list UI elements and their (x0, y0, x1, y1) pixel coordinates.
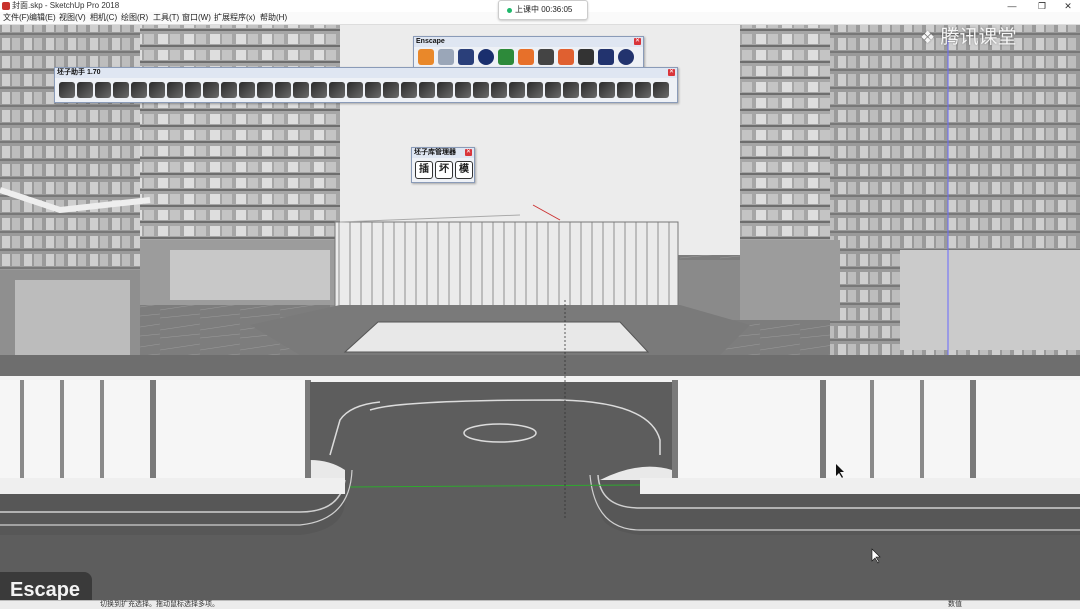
helper-tool-20-icon[interactable] (401, 82, 417, 98)
helper-tool-24-icon[interactable] (473, 82, 489, 98)
helper-tool-34-icon[interactable] (653, 82, 669, 98)
helper-tool-23-icon[interactable] (455, 82, 471, 98)
fire-icon[interactable] (518, 49, 534, 65)
minimize-icon[interactable]: — (1000, 0, 1024, 12)
helper-tool-30-icon[interactable] (581, 82, 597, 98)
cloud-upload-icon[interactable] (558, 49, 574, 65)
helper-tool-32-icon[interactable] (617, 82, 633, 98)
enscape-toolbar-panel: Enscape ✕ (413, 36, 644, 68)
close-icon[interactable]: ✕ (668, 69, 675, 76)
helper-toolbar-panel: 坯子助手 1.70 ✕ (54, 67, 678, 103)
helper-tool-2-icon[interactable] (77, 82, 93, 98)
watermark-text: 腾讯课堂 (940, 27, 1017, 48)
helper-tool-19-icon[interactable] (383, 82, 399, 98)
library-button-broken[interactable]: 坏 (435, 161, 453, 179)
helper-tool-15-icon[interactable] (311, 82, 327, 98)
helper-tool-14-icon[interactable] (293, 82, 309, 98)
helper-tool-12-icon[interactable] (257, 82, 273, 98)
menu-tools[interactable]: 工具(T) (150, 12, 182, 24)
sketchup-app-icon (2, 2, 10, 10)
helper-tool-4-icon[interactable] (113, 82, 129, 98)
helper-tool-6-icon[interactable] (149, 82, 165, 98)
helper-tool-28-icon[interactable] (545, 82, 561, 98)
recording-label: 上课中 00:36:05 (515, 5, 573, 14)
helper-tool-10-icon[interactable] (221, 82, 237, 98)
helper-tool-25-icon[interactable] (491, 82, 507, 98)
helper-tool-3-icon[interactable] (95, 82, 111, 98)
enscape-panel-title: Enscape (414, 37, 643, 47)
mail-icon[interactable] (598, 49, 614, 65)
material-icon[interactable] (538, 49, 554, 65)
recording-dot-icon (507, 8, 512, 13)
helper-tool-9-icon[interactable] (203, 82, 219, 98)
enscape-start-icon[interactable] (418, 49, 434, 65)
menu-extensions[interactable]: 扩展程序(x) (211, 12, 258, 24)
helper-tool-11-icon[interactable] (239, 82, 255, 98)
helper-tool-7-icon[interactable] (167, 82, 183, 98)
library-manager-panel: 坯子库管理器 ✕ 插 坏 模 (411, 147, 475, 183)
settings-icon[interactable] (578, 49, 594, 65)
helper-tool-17-icon[interactable] (347, 82, 363, 98)
window-title: 封面.skp - SketchUp Pro 2018 (12, 1, 120, 10)
library-button-model[interactable]: 模 (455, 161, 473, 179)
menu-window[interactable]: 窗口(W) (179, 12, 214, 24)
model-scene (0, 25, 1080, 600)
watermark-logo-icon: ❖ (920, 28, 936, 47)
close-icon[interactable]: ✕ (1056, 0, 1080, 12)
menu-draw[interactable]: 绘图(R) (118, 12, 151, 24)
layers-icon[interactable] (458, 49, 474, 65)
helper-tool-13-icon[interactable] (275, 82, 291, 98)
helper-tool-29-icon[interactable] (563, 82, 579, 98)
menu-help[interactable]: 帮助(H) (257, 12, 290, 24)
helper-tool-5-icon[interactable] (131, 82, 147, 98)
menu-edit[interactable]: 编辑(E) (26, 12, 59, 24)
helper-panel-title: 坯子助手 1.70 (55, 68, 677, 78)
close-icon[interactable]: ✕ (465, 149, 472, 156)
sketchup-viewport[interactable] (0, 25, 1080, 600)
helper-tool-8-icon[interactable] (185, 82, 201, 98)
helper-tool-31-icon[interactable] (599, 82, 615, 98)
helper-tool-33-icon[interactable] (635, 82, 651, 98)
helper-tool-18-icon[interactable] (365, 82, 381, 98)
library-button-insert[interactable]: 插 (415, 161, 433, 179)
helper-tool-21-icon[interactable] (419, 82, 435, 98)
helper-tool-16-icon[interactable] (329, 82, 345, 98)
info-icon[interactable] (618, 49, 634, 65)
tree-icon[interactable] (498, 49, 514, 65)
close-icon[interactable]: ✕ (634, 38, 641, 45)
tencent-classroom-watermark: ❖ 腾讯课堂 (920, 24, 1050, 52)
menu-camera[interactable]: 相机(C) (87, 12, 120, 24)
maximize-icon[interactable]: ❐ (1030, 0, 1054, 12)
recording-indicator[interactable]: 上课中 00:36:05 (498, 0, 588, 20)
refresh-icon[interactable] (438, 49, 454, 65)
helper-tool-1-icon[interactable] (59, 82, 75, 98)
helper-tool-22-icon[interactable] (437, 82, 453, 98)
helper-tool-26-icon[interactable] (509, 82, 525, 98)
helper-tool-27-icon[interactable] (527, 82, 543, 98)
menu-view[interactable]: 视图(V) (56, 12, 89, 24)
add-asset-icon[interactable] (478, 49, 494, 65)
